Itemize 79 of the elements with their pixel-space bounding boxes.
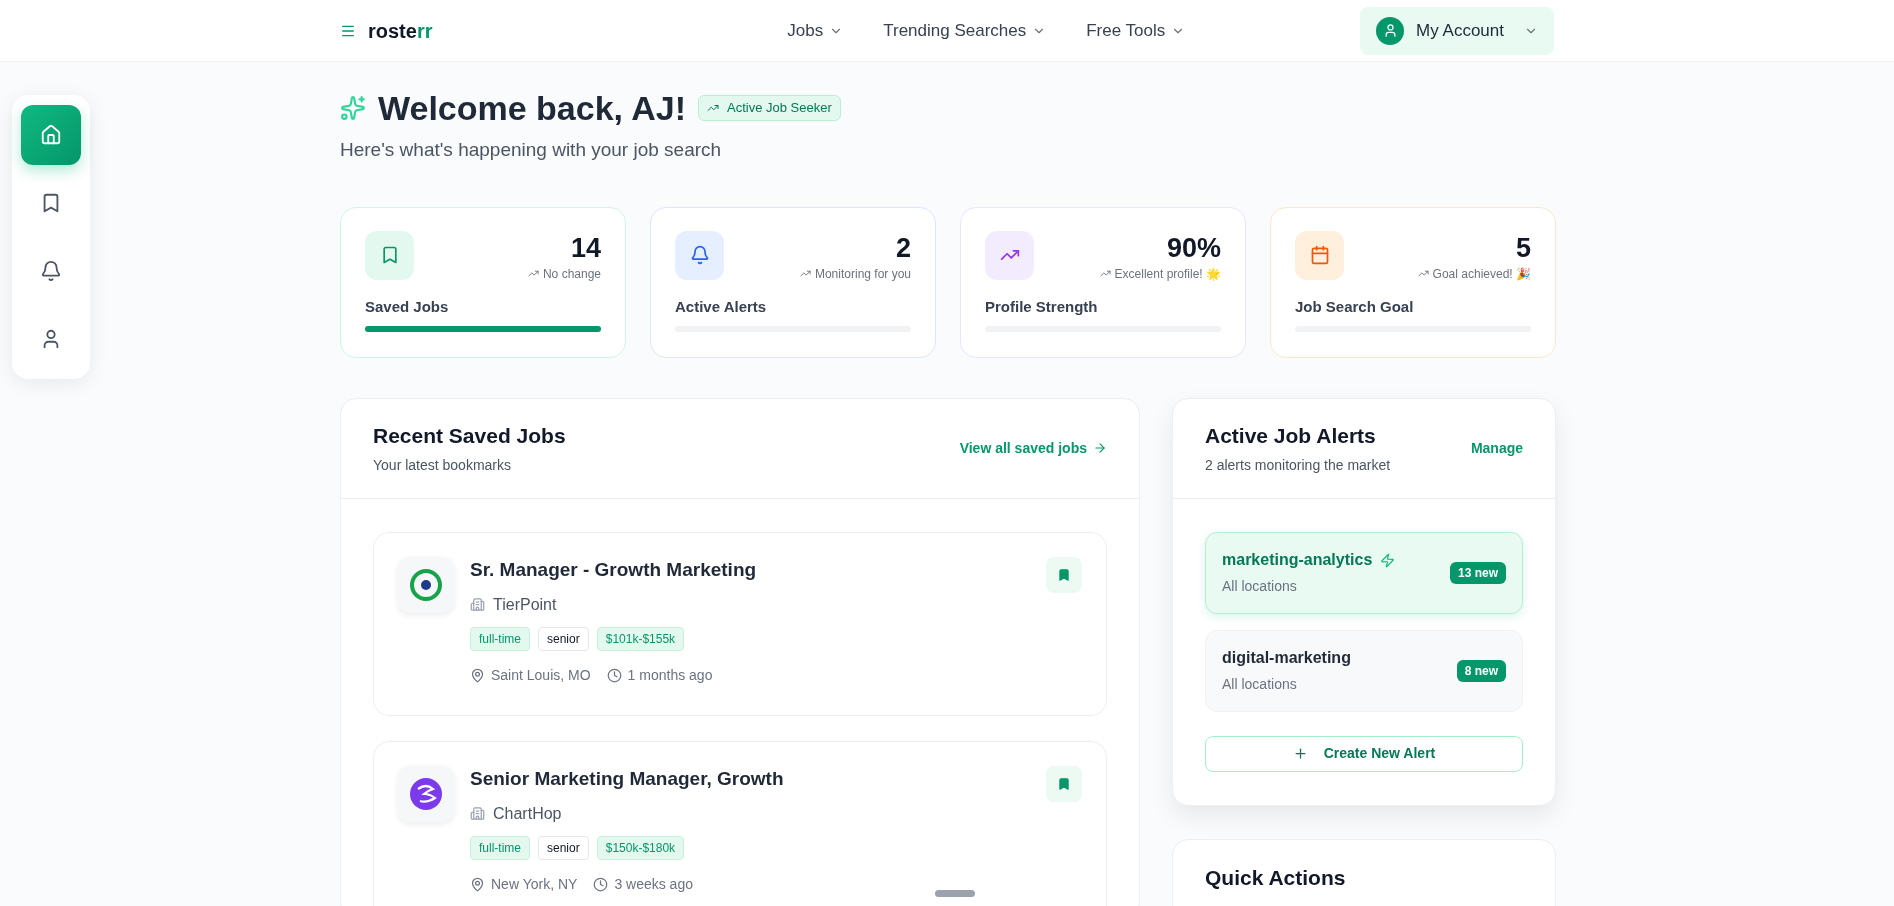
job-location: Saint Louis, MO [491, 665, 591, 685]
alert-name: marketing-analytics [1222, 550, 1373, 570]
panel-title: Recent Saved Jobs [373, 422, 566, 449]
account-button[interactable]: My Account [1360, 6, 1554, 55]
alert-item[interactable]: marketing-analytics All locations 13 new [1205, 531, 1523, 614]
job-title[interactable]: Senior Marketing Manager, Growth [470, 765, 1030, 792]
job-time: 3 weeks ago [614, 874, 693, 894]
view-all-link[interactable]: View all saved jobs [959, 437, 1107, 459]
lightning-icon [1380, 552, 1396, 568]
bookmark-button[interactable] [1046, 765, 1082, 802]
create-alert-button[interactable]: Create New Alert [1205, 735, 1523, 772]
alert-location: All locations [1222, 577, 1298, 596]
new-count-badge: 13 new [1449, 561, 1506, 584]
trending-up-icon [1417, 268, 1429, 279]
job-location: New York, NY [491, 874, 578, 894]
bell-icon [40, 260, 62, 282]
bookmark-icon [1057, 567, 1071, 582]
alert-item[interactable]: digital-marketing All locations 8 new [1205, 629, 1523, 712]
welcome-title: Welcome back, AJ! [378, 88, 686, 128]
bookmark-icon [1057, 776, 1071, 791]
job-tag: senior [538, 835, 589, 860]
trending-up-icon [1099, 268, 1111, 279]
trending-up-icon [527, 268, 539, 279]
home-nav-button[interactable] [21, 105, 81, 165]
plus-icon [1292, 746, 1308, 761]
new-count-badge: 8 new [1456, 659, 1506, 682]
job-card[interactable]: Sr. Manager - Growth Marketing TierPoint full-time senior $101k-$155k Saint Louis, MO 1 months ago [373, 531, 1107, 716]
job-tag: full-time [470, 835, 530, 860]
alerts-glyph-icon [689, 245, 710, 265]
nav-menu[interactable]: Trending Searches [883, 17, 1047, 44]
job-card[interactable]: Senior Marketing Manager, Growth ChartHop full-time senior $150k-$180k New York, NY 3 weeks ago [373, 740, 1107, 906]
alert-location: All locations [1222, 675, 1298, 694]
home-icon [40, 124, 62, 146]
clock-icon [606, 667, 622, 683]
nav-menu[interactable]: Free Tools [1086, 17, 1186, 44]
user-avatar-icon [1376, 16, 1405, 45]
nav-menu[interactable]: Jobs [787, 17, 844, 44]
panel-title: Active Job Alerts [1205, 422, 1377, 449]
stat-hint: Monitoring for you [814, 265, 911, 283]
welcome-subtitle: Here's what's happening with your job search [340, 138, 723, 162]
job-title[interactable]: Sr. Manager - Growth Marketing [470, 556, 1030, 583]
location-icon [470, 667, 485, 683]
logo-icon [409, 567, 443, 602]
job-tag: full-time [470, 626, 530, 651]
stat-label: Job Search Goal [1295, 296, 1415, 317]
panel-subtitle: Your latest bookmarks [373, 456, 512, 476]
stat-label: Saved Jobs [365, 296, 450, 317]
stat-value: 14 [570, 231, 601, 265]
stat-hint: Excellent profile! 🌟 [1114, 265, 1221, 283]
stat-value: 90% [1166, 231, 1221, 265]
status-badge: Active Job Seeker [698, 95, 841, 121]
stat-value: 5 [1515, 231, 1531, 265]
scroll-handle[interactable] [935, 890, 975, 897]
sparkle-icon [340, 95, 366, 121]
manage-link[interactable]: Manage [1470, 437, 1523, 459]
panel-title: Quick Actions [1205, 864, 1347, 891]
logo[interactable]: rosterr [368, 15, 433, 46]
company-name: ChartHop [493, 803, 562, 824]
stat-hint: Goal achieved! 🎉 [1432, 265, 1531, 283]
goal-glyph-icon [1309, 245, 1330, 265]
bookmark-button[interactable] [1046, 556, 1082, 593]
company-name: TierPoint [493, 594, 557, 615]
stat-hint: No change [542, 265, 601, 283]
job-time: 1 months ago [627, 665, 713, 685]
trending-up-icon [799, 268, 811, 279]
job-tag: $101k-$155k [596, 626, 685, 651]
clock-icon [593, 876, 609, 892]
job-tag: $150k-$180k [596, 835, 685, 860]
building-icon [470, 597, 485, 612]
stat-label: Active Alerts [675, 296, 768, 317]
trending-up-icon [707, 102, 719, 114]
job-tag: senior [538, 626, 589, 651]
stat-value: 2 [895, 231, 911, 265]
stat-label: Profile Strength [985, 296, 1099, 317]
location-icon [470, 876, 485, 892]
building-icon [470, 806, 485, 821]
alert-name: digital-marketing [1222, 648, 1351, 668]
logo-icon [409, 776, 443, 811]
panel-subtitle: 2 alerts monitoring the market [1205, 456, 1391, 476]
